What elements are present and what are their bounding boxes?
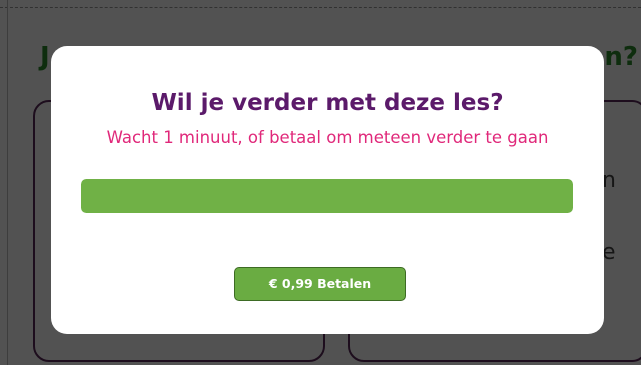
paywall-modal: Wil je verder met deze les? Wacht 1 minu… — [51, 46, 604, 334]
pay-button[interactable]: € 0,99 Betalen — [234, 267, 406, 301]
wait-progress-bar — [81, 179, 573, 213]
wait-progress-fill — [81, 179, 573, 213]
modal-subtitle: Wacht 1 minuut, of betaal om meteen verd… — [106, 128, 549, 147]
modal-title: Wil je verder met deze les? — [151, 90, 504, 116]
